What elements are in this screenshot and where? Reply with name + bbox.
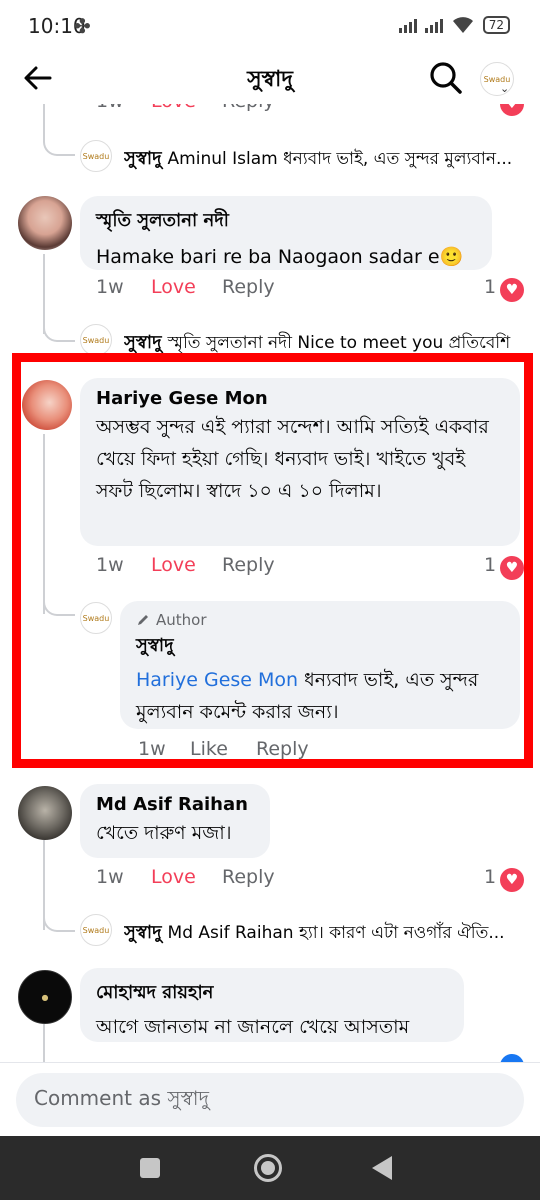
avatar[interactable]: ●: [18, 970, 72, 1024]
comment-bubble[interactable]: মোহাম্মদ রায়হান আগে জানতাম না জানলে খেয…: [80, 968, 464, 1042]
comment-actions: 1w Love Reply 1: [96, 276, 516, 306]
comment-author[interactable]: স্মৃতি সুলতানা নদী: [96, 206, 476, 237]
avatar[interactable]: [18, 786, 72, 840]
comment-text: আগে জানতাম না জানলে খেয়ে আসতাম: [96, 1016, 410, 1038]
comment-actions: 1w Love Reply 1: [96, 554, 516, 584]
reply-author: সুস্বাদু: [124, 148, 162, 169]
comment-bubble[interactable]: Hariye Gese Mon অসম্ভব সুন্দর এই প্যারা …: [80, 378, 520, 546]
avatar[interactable]: Swadu: [80, 914, 112, 946]
comment-input[interactable]: Comment as সুস্বাদু: [16, 1073, 524, 1127]
reply-button[interactable]: Reply: [222, 276, 275, 298]
love-button[interactable]: Love: [151, 276, 196, 298]
comment-composer: Comment as সুস্বাদু: [0, 1062, 540, 1136]
love-button[interactable]: Love: [151, 554, 196, 576]
comment-text: Hamake bari re ba Naogaon sadar e🙂: [96, 246, 464, 268]
battery-indicator: 72: [482, 16, 510, 34]
app-header: সুস্বাদু: [0, 52, 540, 104]
heart-reaction-icon: ♥: [500, 104, 524, 116]
comment-actions: 1w Like Reply: [138, 738, 438, 768]
avatar[interactable]: Swadu: [80, 324, 112, 356]
avatar[interactable]: Swadu: [80, 602, 112, 634]
thread-connector: [43, 896, 75, 932]
reply-button[interactable]: Reply: [222, 554, 275, 576]
love-button[interactable]: Love: [151, 866, 196, 888]
comment-time: 1w: [96, 554, 124, 576]
chevron-down-icon[interactable]: ⌄: [500, 82, 509, 95]
comment-actions: 1w Love Reply 1: [96, 866, 516, 896]
system-nav-bar: [0, 1136, 540, 1200]
signal-icon: [398, 17, 417, 33]
reply-author: সুস্বাদু: [124, 922, 162, 943]
author-reply-bubble[interactable]: Author সুস্বাদু Hariye Gese Mon ধন্যবাদ …: [120, 601, 520, 729]
pencil-icon: [138, 615, 148, 625]
author-label: Author: [156, 611, 207, 629]
reaction-count[interactable]: 1: [484, 554, 496, 576]
reaction-count[interactable]: 1: [484, 866, 496, 888]
search-icon[interactable]: [428, 60, 464, 96]
back-button[interactable]: [372, 1156, 392, 1180]
comment-time: 1w: [96, 276, 124, 298]
comment-text: Hariye Gese Mon ধন্যবাদ ভাই, এত সুন্দর ম…: [136, 664, 504, 728]
status-icons: 72: [398, 16, 510, 34]
reaction-count[interactable]: 1: [484, 276, 496, 298]
comment-text: খেতে দারুণ মজা।: [96, 822, 232, 844]
home-button[interactable]: [254, 1154, 282, 1182]
comment-time: 1w: [96, 866, 124, 888]
comment-author[interactable]: Md Asif Raihan: [96, 794, 254, 815]
comment-bubble[interactable]: Md Asif Raihan খেতে দারুণ মজা।: [80, 784, 270, 858]
thread-connector: [43, 584, 75, 616]
heart-reaction-icon: ♥: [500, 278, 524, 302]
reply-preview[interactable]: সুস্বাদু Md Asif Raihan হ্যা। কারণ এটা ন…: [124, 918, 524, 949]
wifi-icon: [452, 17, 473, 33]
comment-time: 1w: [138, 738, 166, 760]
comment-author[interactable]: Hariye Gese Mon: [96, 388, 504, 409]
reply-text: Aminul Islam ধন্যবাদ ভাই, এত সুন্দর মুল্…: [167, 148, 513, 169]
signal-icon-2: [424, 17, 443, 33]
reply-text: Md Asif Raihan হ্যা। কারণ এটা নওগাঁর ঐতি…: [167, 922, 505, 943]
reply-preview[interactable]: সুস্বাদু Aminul Islam ধন্যবাদ ভাই, এত সু…: [124, 144, 524, 175]
comment-text: অসম্ভব সুন্দর এই প্যারা সন্দেশ। আমি সত্য…: [96, 416, 489, 502]
comments-feed[interactable]: 1w Love Reply ♥ Swadu সুস্বাদু Aminul Is…: [0, 104, 540, 1062]
comment-bubble[interactable]: স্মৃতি সুলতানা নদী Hamake bari re ba Nao…: [80, 196, 492, 270]
heart-reaction-icon: ♥: [500, 868, 524, 892]
heart-reaction-icon: ♥: [500, 556, 524, 580]
comment-author[interactable]: মোহাম্মদ রায়হান: [96, 978, 448, 1009]
thread-line: [43, 1024, 45, 1062]
thread-connector: [43, 304, 75, 342]
status-bar: 10:10 ✤ 72: [0, 0, 540, 52]
avatar[interactable]: [22, 380, 72, 430]
avatar[interactable]: [18, 196, 72, 250]
reply-button[interactable]: Reply: [256, 738, 309, 760]
thread-connector: [43, 104, 75, 156]
fan-icon: ✤: [74, 14, 91, 38]
reply-text: স্মৃতি সুলতানা নদী Nice to meet you প্রত…: [167, 332, 511, 353]
recents-button[interactable]: [140, 1158, 160, 1178]
like-button[interactable]: Like: [190, 738, 228, 760]
reply-preview[interactable]: সুস্বাদু স্মৃতি সুলতানা নদী Nice to meet…: [124, 328, 524, 359]
reply-button[interactable]: Reply: [222, 866, 275, 888]
comment-author[interactable]: সুস্বাদু: [136, 631, 504, 662]
cut-off-action-row: [96, 1052, 516, 1062]
author-badge: Author: [136, 611, 504, 629]
mention-link[interactable]: Hariye Gese Mon: [136, 669, 298, 691]
reply-author: সুস্বাদু: [124, 332, 162, 353]
avatar[interactable]: Swadu: [80, 140, 112, 172]
